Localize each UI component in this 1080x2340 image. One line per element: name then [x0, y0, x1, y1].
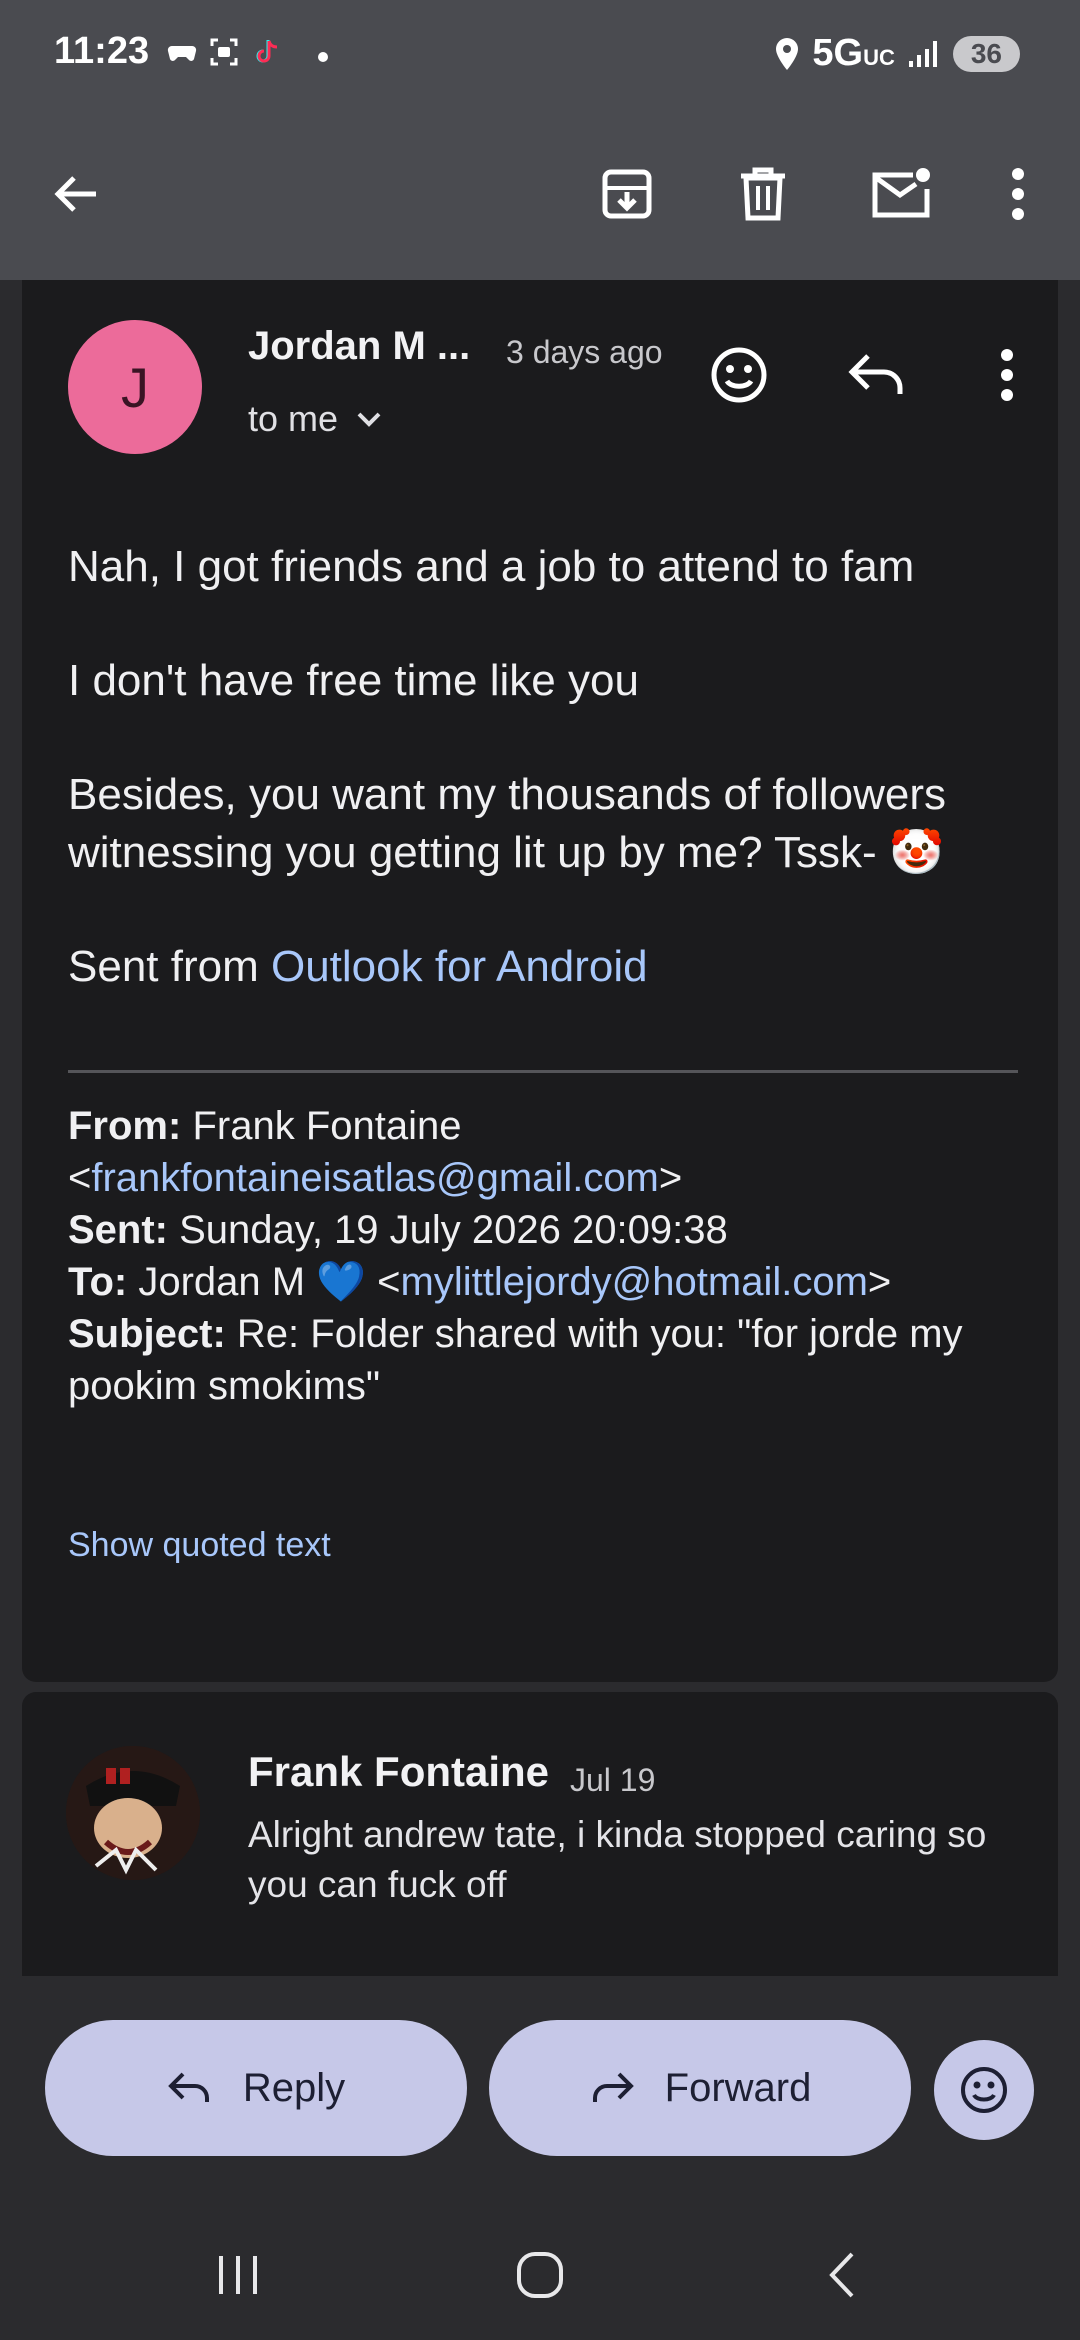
message-toolbar	[0, 110, 1080, 280]
more-vert-icon	[1012, 168, 1024, 220]
system-navigation-bar	[0, 2200, 1080, 2340]
home-button[interactable]	[500, 2240, 580, 2310]
mark-unread-icon	[872, 168, 930, 218]
network-label: 5GUC	[812, 32, 895, 74]
quoted-header: From: Frank Fontaine <frankfontaineisatla…	[68, 1100, 1028, 1412]
recipient-toggle[interactable]: to me	[248, 398, 382, 440]
quoted-sent: Sent: Sunday, 19 July 2026 20:09:38	[68, 1208, 728, 1252]
status-time: 11:23	[54, 30, 150, 72]
chevron-left-icon	[829, 2252, 854, 2298]
to-email-link[interactable]: mylittlejordy@hotmail.com	[401, 1260, 868, 1304]
back-arrow-icon	[54, 176, 96, 212]
quoted-to: To: Jordan M 💙 <mylittlejordy@hotmail.co…	[68, 1260, 892, 1304]
emoji-icon	[961, 2067, 1007, 2113]
reply-label: Reply	[242, 2065, 346, 2110]
quoted-from: From: Frank Fontaine <frankfontaineisatla…	[68, 1104, 683, 1200]
quoted-subject: Subject: Re: Folder shared with you: "fo…	[68, 1312, 963, 1408]
message-time: 3 days ago	[506, 334, 663, 370]
location-icon	[776, 37, 799, 70]
forward-label: Forward	[664, 2065, 812, 2110]
recipient-label: to me	[248, 398, 339, 439]
notification-icons	[166, 36, 282, 68]
forward-button[interactable]: Forward	[489, 2020, 911, 2156]
previous-message-card[interactable]: Frank Fontaine Jul 19 Alright andrew tat…	[22, 1692, 1058, 1976]
game-controller-icon	[167, 45, 197, 61]
forward-icon	[592, 2072, 634, 2102]
system-back-button[interactable]	[802, 2240, 882, 2310]
message-date: Jul 19	[570, 1762, 656, 1798]
reply-icon	[168, 2072, 209, 2102]
profile-picture	[66, 1746, 200, 1880]
signature: Sent from Outlook for Android	[68, 942, 648, 991]
sender-name: Frank Fontaine	[248, 1748, 550, 1795]
battery-level: 36	[952, 35, 1020, 72]
avatar[interactable]	[66, 1746, 200, 1880]
blue-heart-emoji: 💙	[316, 1260, 367, 1304]
reply-icon-button[interactable]	[841, 340, 911, 410]
back-button[interactable]	[40, 158, 112, 230]
sender-name: Jordan M ...	[248, 324, 471, 368]
message-body: Nah, I got friends and a job to attend t…	[68, 538, 1028, 1052]
show-quoted-text-link[interactable]: Show quoted text	[68, 1526, 331, 1565]
archive-button[interactable]	[591, 158, 663, 230]
signal-icon	[908, 40, 937, 67]
more-options-button[interactable]	[982, 158, 1054, 230]
home-icon	[517, 2252, 563, 2298]
archive-icon	[602, 169, 652, 219]
tiktok-icon	[256, 40, 278, 63]
outlook-link[interactable]: Outlook for Android	[271, 942, 648, 991]
message-snippet: Alright andrew tate, i kinda stopped car…	[248, 1814, 987, 1905]
delete-icon	[741, 167, 785, 221]
clown-emoji: 🤡	[888, 828, 944, 877]
body-paragraph: Besides, you want my thousands of follow…	[68, 770, 947, 877]
add-reaction-button[interactable]	[704, 340, 774, 410]
message-more-button[interactable]	[972, 340, 1042, 410]
delete-button[interactable]	[727, 158, 799, 230]
body-paragraph: I don't have free time like you	[68, 656, 639, 705]
more-vert-icon	[1001, 349, 1013, 401]
status-right: 5GUC 36	[774, 32, 1020, 75]
message-card: J Jordan M ... 3 days ago to me Nah, I g…	[22, 280, 1058, 1682]
status-bar: 11:23 5GUC 36	[0, 0, 1080, 110]
avatar[interactable]: J	[68, 320, 202, 454]
emoji-reaction-button[interactable]	[934, 2040, 1034, 2140]
recents-icon	[219, 2256, 257, 2294]
chevron-down-icon	[357, 412, 381, 427]
reply-icon	[848, 354, 903, 394]
emoji-icon	[711, 347, 767, 403]
from-email-link[interactable]: frankfontaineisatlas@gmail.com	[91, 1156, 659, 1200]
divider	[68, 1070, 1018, 1073]
notification-dot	[318, 52, 328, 62]
recent-apps-button[interactable]	[198, 2240, 278, 2310]
body-paragraph: Nah, I got friends and a job to attend t…	[68, 542, 915, 591]
reply-button[interactable]: Reply	[45, 2020, 467, 2156]
mark-unread-button[interactable]	[864, 158, 936, 230]
screenshot-icon	[210, 38, 238, 66]
